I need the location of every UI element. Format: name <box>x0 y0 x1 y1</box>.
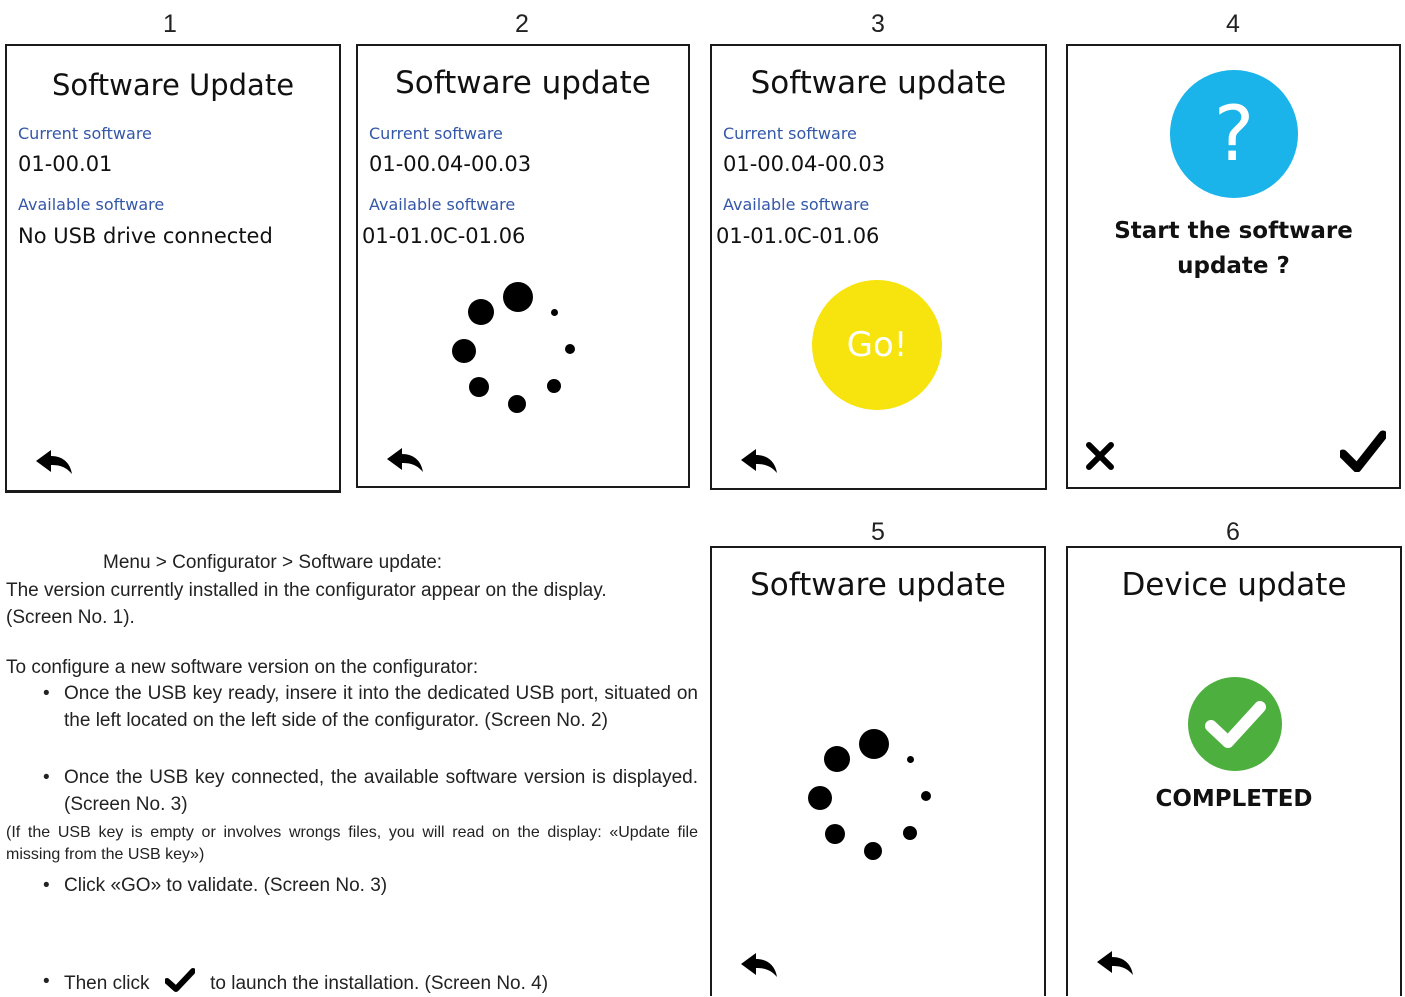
screen-number-4: 4 <box>1226 10 1240 38</box>
list-item: • Click «GO» to validate. (Screen No. 3) <box>43 875 388 896</box>
check-icon <box>164 968 195 992</box>
screen-number-6: 6 <box>1226 518 1240 546</box>
bullet-text: Once the USB key connected, the availabl… <box>64 767 698 815</box>
list-item: • Once the USB key ready, insere it into … <box>43 683 698 731</box>
screen-number-3: 3 <box>871 10 885 38</box>
confirm-message-line1: Start the software <box>1114 218 1353 244</box>
menu-path: Menu > Configurator > Software update: <box>103 552 443 573</box>
loading-spinner-icon <box>804 728 944 868</box>
back-arrow-icon[interactable] <box>739 447 779 475</box>
back-arrow-icon[interactable] <box>739 951 779 979</box>
instruction-intro: To configure a new software version on t… <box>6 657 479 678</box>
list-item: • Then click to launch the installation. … <box>43 968 698 997</box>
note-text: (If the USB key is empty or involves wro… <box>6 824 698 863</box>
screen-4: ? Start the software update ? <box>1066 44 1401 489</box>
confirm-message-line2: update ? <box>1177 253 1290 279</box>
screen-6: Device update COMPLETED <box>1066 546 1402 996</box>
bullet-text: Click «GO» to validate. (Screen No. 3) <box>64 875 388 896</box>
available-software-label: Available software <box>723 195 870 214</box>
confirm-check-icon[interactable] <box>1340 430 1386 472</box>
screen-title: Software update <box>750 65 1007 101</box>
screen-title: Software update <box>750 567 1006 603</box>
back-arrow-icon[interactable] <box>1095 949 1135 977</box>
list-item: • Once the USB key connected, the availab… <box>43 767 698 815</box>
screen-5: Software update <box>710 546 1046 996</box>
bullet-text: Once the USB key ready, insere it into t… <box>64 683 698 731</box>
screen-number-5: 5 <box>871 518 885 546</box>
bullet-text: to launch the installation. (Screen No. … <box>210 973 549 994</box>
instruction-line2: (Screen No. 1). <box>6 607 135 628</box>
current-software-label: Current software <box>723 124 857 143</box>
available-software-value: 01-01.0C-01.06 <box>716 224 880 248</box>
screen-3: Software update Current software 01-00.0… <box>710 44 1047 490</box>
bullet-text: Then click <box>64 973 150 994</box>
instruction-line1: The version currently installed in the c… <box>6 580 607 601</box>
success-check-icon <box>1188 677 1282 771</box>
cancel-x-icon[interactable] <box>1085 441 1115 471</box>
current-software-value: 01-00.04-00.03 <box>723 152 886 176</box>
go-button[interactable]: Go! <box>812 280 942 410</box>
question-icon: ? <box>1170 70 1298 198</box>
status-completed: COMPLETED <box>1155 786 1313 812</box>
instructions: Menu > Configurator > Software update: T… <box>0 0 700 994</box>
screen-title: Device update <box>1121 567 1347 603</box>
